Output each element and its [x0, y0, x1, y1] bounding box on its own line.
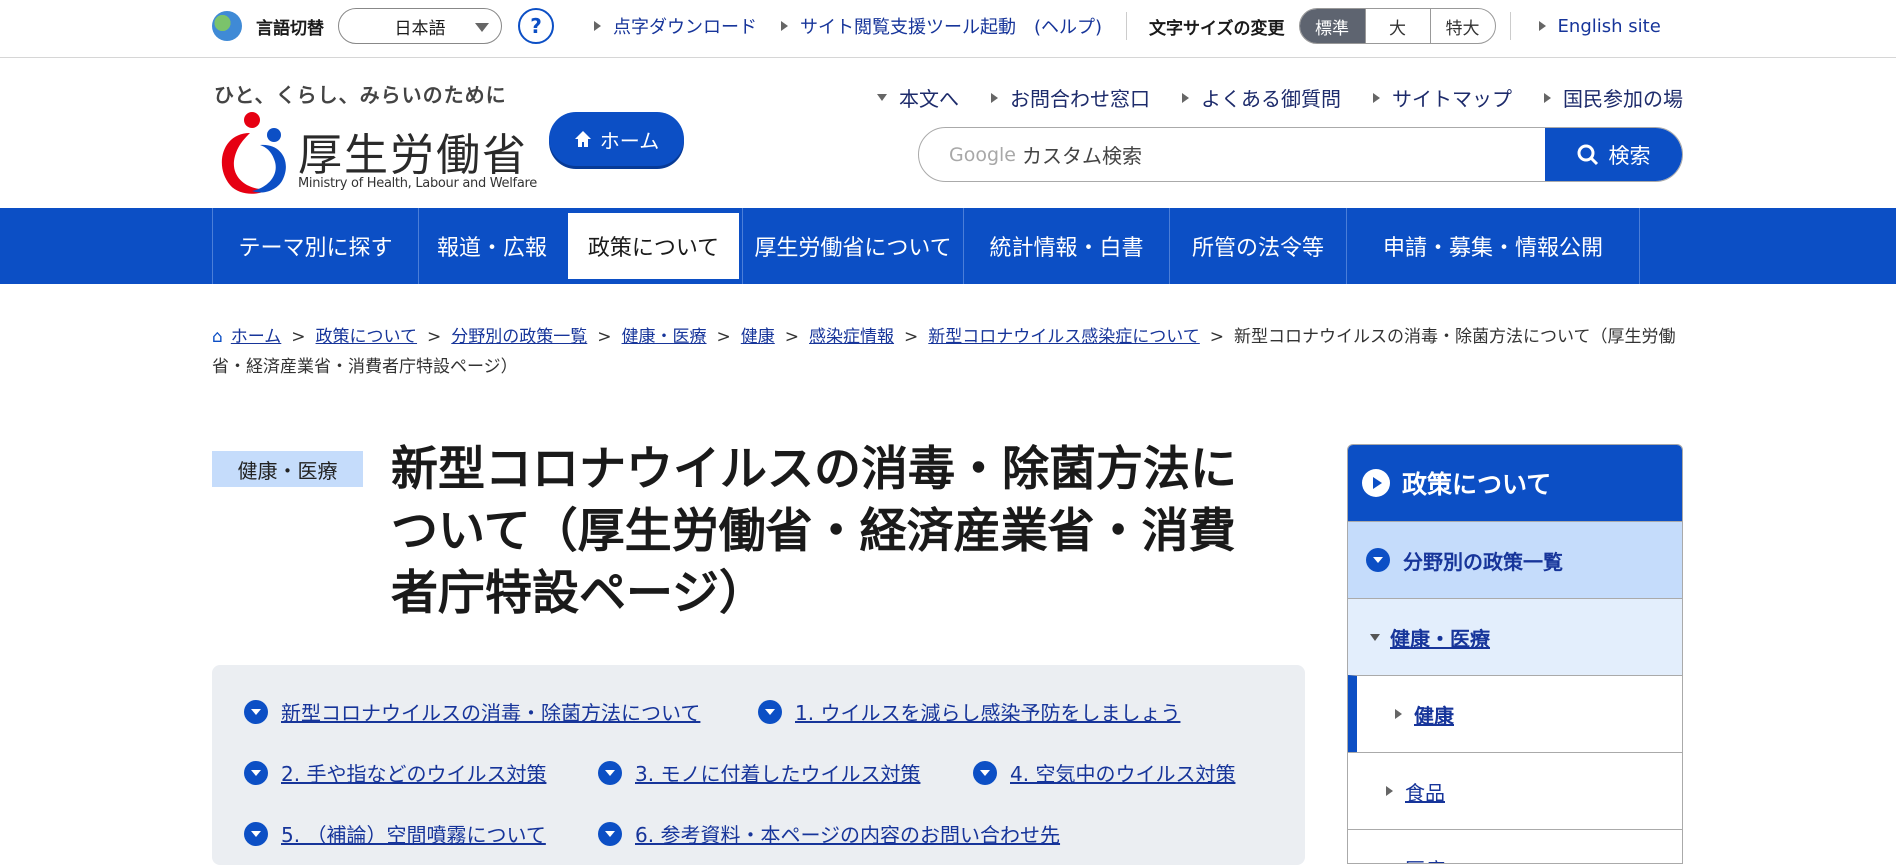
arrow-right-icon	[1544, 92, 1551, 103]
chevron-down-icon	[973, 760, 997, 785]
global-nav: テーマ別に探す 報道・広報 政策について 厚生労働省について 統計情報・白書 所…	[0, 208, 1896, 284]
search-placeholder: カスタム検索	[1022, 144, 1143, 168]
chevron-down-icon	[244, 699, 268, 724]
home-icon	[574, 131, 591, 147]
home-icon: ⌂	[212, 327, 223, 347]
header-links: 本文へ お問合わせ窓口 よくある御質問 サイトマップ 国民参加の場	[845, 83, 1683, 112]
play-circle-icon	[1362, 469, 1390, 497]
category-badge: 健康・医療	[212, 451, 363, 487]
nav-item-press[interactable]: 報道・広報	[418, 208, 565, 284]
toc-link[interactable]: 4. 空気中のウイルス対策	[973, 758, 1235, 787]
chevron-down-icon	[1366, 548, 1390, 572]
arrow-down-icon	[877, 94, 887, 101]
arrow-right-icon	[991, 92, 998, 103]
arrow-right-icon	[1386, 863, 1393, 864]
font-size-switcher: 標準 大 特大	[1298, 8, 1496, 44]
language-label: 言語切替	[256, 18, 324, 39]
arrow-right-icon	[1386, 786, 1393, 796]
language-select-value: 日本語	[394, 18, 446, 39]
arrow-right-icon	[1373, 92, 1380, 103]
chevron-down-icon	[244, 821, 268, 846]
toc-link[interactable]: 5. （補論）空間噴霧について	[244, 819, 546, 848]
chevron-down-icon	[244, 760, 268, 785]
browsing-support-link[interactable]: サイト閲覧支援ツール起動 (ヘルプ)	[781, 13, 1102, 39]
arrow-right-icon	[594, 21, 601, 31]
nav-item-applications[interactable]: 申請・募集・情報公開	[1346, 208, 1640, 284]
mhlw-logo-icon[interactable]	[212, 111, 292, 197]
toc-link[interactable]: 2. 手や指などのウイルス対策	[244, 758, 546, 787]
table-of-contents: 新型コロナウイルスの消毒・除菌方法について 1. ウイルスを減らし感染予防をしま…	[212, 665, 1305, 865]
language-select[interactable]: 日本語	[338, 8, 502, 44]
tagline: ひと、くらし、みらいのために	[214, 83, 507, 107]
home-button[interactable]: ホーム	[549, 112, 684, 166]
search-button-label: 検索	[1608, 143, 1651, 168]
side-nav: 政策について 分野別の政策一覧 健康・医療 健康 食品 医療	[1347, 444, 1683, 864]
font-size-xlarge-button[interactable]: 特大	[1429, 9, 1495, 43]
breadcrumb-link[interactable]: 感染症情報	[809, 327, 894, 347]
breadcrumb-link[interactable]: 政策について	[316, 327, 418, 347]
sitemap-link[interactable]: サイトマップ	[1373, 83, 1512, 112]
skip-to-content-link[interactable]: 本文へ	[877, 83, 959, 112]
public-participation-link[interactable]: 国民参加の場	[1544, 83, 1683, 112]
chevron-down-icon	[598, 821, 622, 846]
home-button-label: ホーム	[599, 128, 660, 153]
side-nav-title[interactable]: 政策について	[1348, 445, 1682, 521]
nav-item-themes[interactable]: テーマ別に探す	[212, 208, 418, 284]
toc-link[interactable]: 3. モノに付着したウイルス対策	[598, 758, 920, 787]
toc-link[interactable]: 新型コロナウイルスの消毒・除菌方法について	[244, 697, 700, 726]
search-button[interactable]: 検索	[1545, 128, 1682, 181]
arrow-right-icon	[1395, 709, 1402, 719]
toc-link[interactable]: 1. ウイルスを減らし感染予防をしましょう	[758, 697, 1180, 726]
arrow-right-icon	[1538, 21, 1546, 31]
help-button[interactable]: ?	[518, 8, 554, 44]
divider	[1126, 12, 1128, 40]
font-size-label: 文字サイズの変更	[1149, 18, 1285, 39]
nav-item-laws[interactable]: 所管の法令等	[1169, 208, 1346, 284]
chevron-down-icon	[758, 699, 782, 724]
english-site-link[interactable]: English site	[1523, 16, 1661, 37]
google-brand: Google	[949, 143, 1017, 166]
chevron-down-icon	[598, 760, 622, 785]
site-header: ひと、くらし、みらいのために 厚生労働省 Ministry of Health,…	[0, 59, 1896, 209]
logo-subtitle: Ministry of Health, Labour and Welfare	[298, 176, 537, 191]
search-input[interactable]: Google カスタム検索	[919, 128, 1545, 181]
side-nav-item-policy-list[interactable]: 分野別の政策一覧	[1348, 521, 1682, 598]
side-nav-item-food[interactable]: 食品	[1348, 752, 1682, 829]
contact-link[interactable]: お問合わせ窓口	[991, 83, 1150, 112]
nav-item-statistics[interactable]: 統計情報・白書	[963, 208, 1169, 284]
page-title: 新型コロナウイルスの消毒・除菌方法について（厚生労働省・経済産業省・消費者庁特設…	[391, 442, 1237, 621]
breadcrumb-link[interactable]: 新型コロナウイルス感染症について	[928, 327, 1200, 347]
globe-icon	[212, 11, 242, 41]
font-size-large-button[interactable]: 大	[1364, 9, 1430, 43]
search-bar: Google カスタム検索 検索	[918, 127, 1683, 182]
caret-down-icon	[1370, 633, 1380, 641]
arrow-right-icon	[781, 21, 788, 31]
breadcrumb-link[interactable]: 分野別の政策一覧	[451, 327, 587, 347]
nav-item-policy[interactable]: 政策について	[567, 212, 740, 280]
chevron-down-icon	[475, 23, 489, 32]
logo-title: 厚生労働省	[298, 130, 528, 181]
search-icon	[1577, 144, 1598, 165]
braille-download-link[interactable]: 点字ダウンロード	[594, 13, 757, 39]
breadcrumb-link[interactable]: ホーム	[231, 327, 282, 347]
breadcrumb: ⌂ ホーム > 政策について > 分野別の政策一覧 > 健康・医療 > 健康 > 感染症情報 > 新型コロ…	[212, 322, 1682, 382]
faq-link[interactable]: よくある御質問	[1182, 83, 1341, 112]
breadcrumb-link[interactable]: 健康・医療	[622, 327, 707, 347]
side-nav-item-health-medical[interactable]: 健康・医療	[1348, 598, 1682, 675]
nav-item-about[interactable]: 厚生労働省について	[742, 208, 963, 284]
breadcrumb-link[interactable]: 健康	[741, 327, 775, 347]
divider	[1509, 12, 1511, 40]
utility-bar: 言語切替 日本語 ? 点字ダウンロード サイト閲覧支援ツール起動 (ヘルプ) 文…	[0, 0, 1896, 58]
arrow-right-icon	[1182, 92, 1189, 103]
toc-link[interactable]: 6. 参考資料・本ページの内容のお問い合わせ先	[598, 819, 1060, 848]
font-size-standard-button[interactable]: 標準	[1299, 9, 1365, 43]
side-nav-item-health[interactable]: 健康	[1348, 675, 1682, 752]
